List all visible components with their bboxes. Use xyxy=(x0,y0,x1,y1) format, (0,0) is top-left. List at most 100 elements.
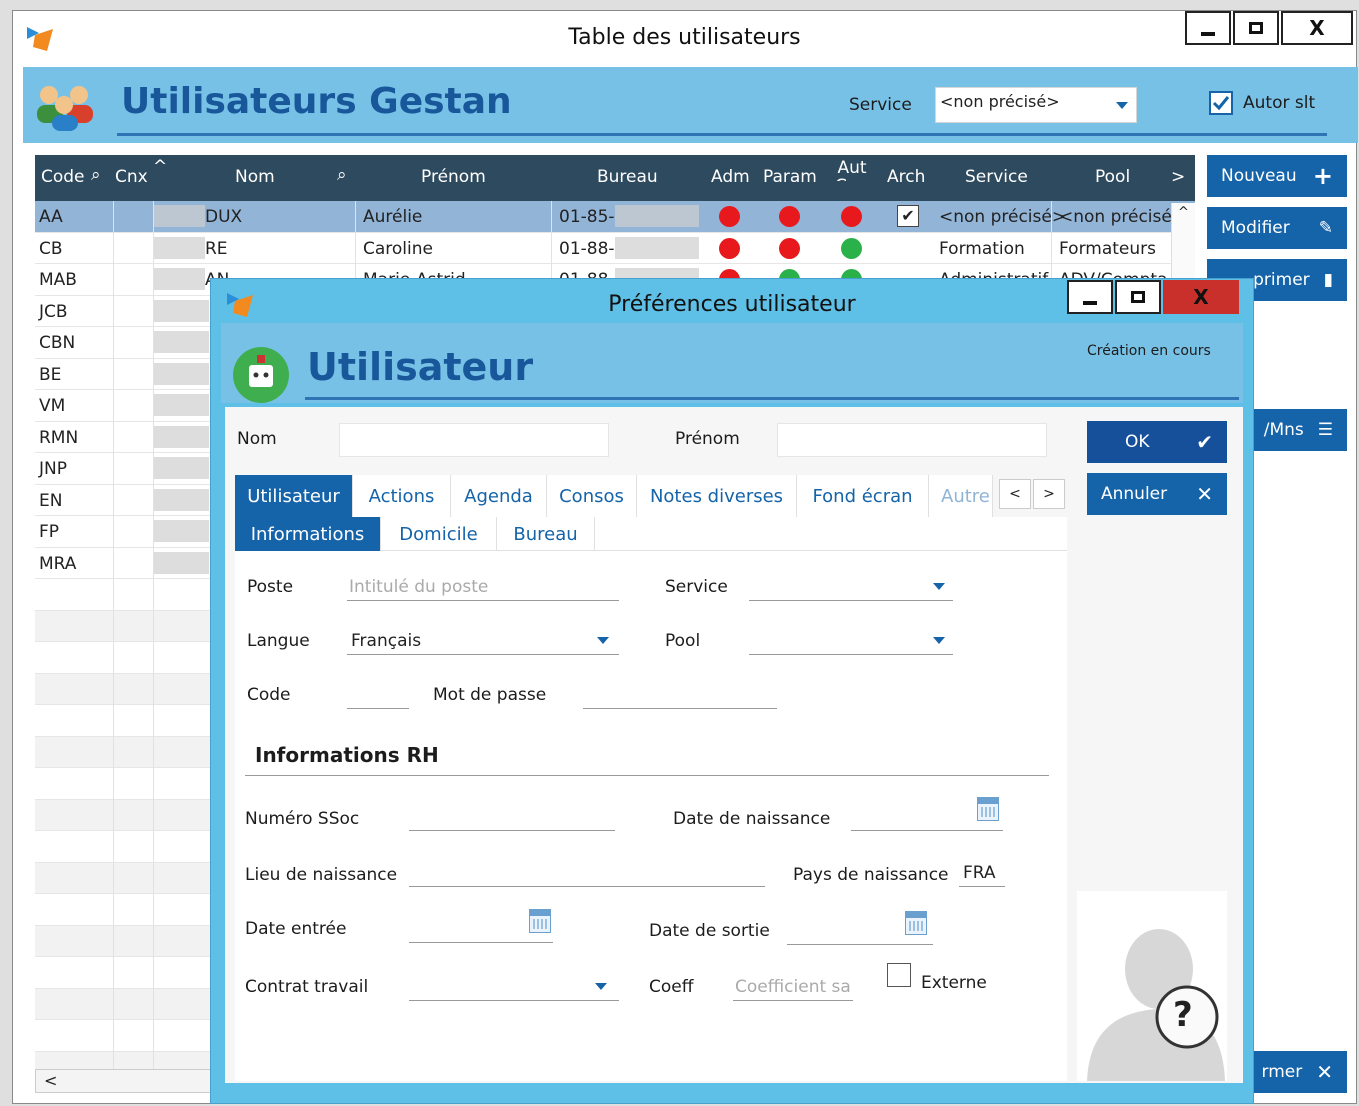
chevron-down-icon xyxy=(1116,102,1128,109)
status-dot-adm xyxy=(719,237,740,259)
cell-service: Formation xyxy=(939,238,1025,259)
service-select[interactable]: <non précisé> xyxy=(935,87,1137,123)
table-header: Code ⌕ Cnx ^ Nom ⌕ Prénom Bureau Adm Par… xyxy=(35,155,1195,201)
heading-underline xyxy=(305,397,1239,400)
cell-prenom: Caroline xyxy=(363,238,433,259)
col-param[interactable]: Param xyxy=(763,167,817,187)
table-row[interactable]: CB RE Caroline 01-88- Formation Formateurs xyxy=(35,233,1195,264)
calendar-icon[interactable] xyxy=(977,797,999,821)
tabs-next-button[interactable]: > xyxy=(1033,479,1065,509)
chevron-right-icon: > xyxy=(1043,486,1055,502)
dialog-heading: Utilisateur xyxy=(307,345,534,389)
tab-actions[interactable]: Actions xyxy=(353,475,451,517)
poste-input[interactable]: Intitulé du poste xyxy=(347,571,619,601)
langue-select[interactable]: Français xyxy=(347,625,619,655)
cell-prenom: Aurélie xyxy=(363,207,423,227)
cell-code: MAB xyxy=(39,270,77,290)
tabs-prev-button[interactable]: < xyxy=(999,479,1031,509)
minimize-button[interactable] xyxy=(1185,11,1231,45)
coeff-input[interactable]: Coefficient sa xyxy=(733,971,853,1001)
calendar-icon[interactable] xyxy=(529,909,551,933)
robot-avatar-icon xyxy=(233,347,289,403)
externe-checkbox[interactable] xyxy=(887,963,911,987)
ok-button[interactable]: OK ✔ xyxy=(1087,421,1227,463)
trash-icon: ▮ xyxy=(1323,270,1333,290)
chevron-right-icon[interactable]: > xyxy=(1171,167,1185,187)
cell-bureau: 01-88- xyxy=(559,238,615,259)
dialog-maximize-button[interactable] xyxy=(1115,280,1161,314)
table-row[interactable]: AA DUX Aurélie 01-85- ✔ <non précisé> <non pré… xyxy=(35,201,1195,233)
code-input[interactable] xyxy=(347,679,409,709)
redacted-name xyxy=(153,205,205,227)
pays-label: Pays de naissance xyxy=(793,865,949,885)
search-icon[interactable]: ⌕ xyxy=(337,165,347,185)
nouveau-button[interactable]: Nouveau + xyxy=(1207,155,1347,197)
redacted-name xyxy=(153,488,209,511)
col-cnx[interactable]: Cnx xyxy=(115,167,148,187)
subtab-bureau[interactable]: Bureau xyxy=(497,517,595,551)
arch-checkbox[interactable]: ✔ xyxy=(897,205,919,227)
col-service[interactable]: Service xyxy=(965,167,1028,187)
supprimer-label: primer xyxy=(1253,270,1310,290)
plus-icon: + xyxy=(1312,162,1333,190)
tab-consos[interactable]: Consos xyxy=(547,475,637,517)
contrat-select[interactable] xyxy=(409,971,619,1001)
window-title: Table des utilisateurs xyxy=(568,25,801,50)
column-divider xyxy=(113,201,114,1091)
column-divider xyxy=(153,201,154,1091)
pool-select[interactable] xyxy=(749,625,953,655)
dialog-close-button[interactable]: X xyxy=(1163,280,1239,314)
autor-checkbox[interactable] xyxy=(1209,91,1233,115)
redacted-name xyxy=(153,236,205,259)
help-icon[interactable]: ? xyxy=(1173,995,1193,1035)
tab-autre[interactable]: Autre xyxy=(929,475,993,517)
chevron-up-icon[interactable]: ^ xyxy=(1178,205,1189,220)
search-icon[interactable]: ⌕ xyxy=(91,165,101,185)
list-icon: ☰ xyxy=(1317,420,1333,440)
status-dot-param xyxy=(779,237,800,259)
chevron-left-icon[interactable]: < xyxy=(44,1071,57,1090)
service-select-value: <non précisé> xyxy=(940,92,1060,111)
lieu-input[interactable] xyxy=(409,857,765,887)
tab-fond-ecran[interactable]: Fond écran xyxy=(797,475,929,517)
col-code[interactable]: Code xyxy=(41,167,85,187)
maximize-icon xyxy=(1131,291,1145,303)
rh-section-title: Informations RH xyxy=(255,743,439,767)
mdp-input[interactable] xyxy=(583,679,777,709)
subtab-domicile[interactable]: Domicile xyxy=(381,517,497,551)
tab-notes-diverses[interactable]: Notes diverses xyxy=(637,475,797,517)
prenom-input[interactable] xyxy=(777,423,1047,457)
calendar-icon[interactable] xyxy=(905,911,927,935)
service-select[interactable] xyxy=(749,571,953,601)
cell-nom: DUX xyxy=(205,207,243,227)
entree-label: Date entrée xyxy=(245,919,347,939)
redacted-phone xyxy=(615,236,699,259)
subtab-informations[interactable]: Informations xyxy=(235,517,381,551)
col-prenom[interactable]: Prénom xyxy=(421,167,486,187)
close-button[interactable]: X xyxy=(1281,11,1353,45)
photo-placeholder[interactable]: ? xyxy=(1077,891,1227,1081)
dialog-minimize-button[interactable] xyxy=(1067,280,1113,314)
pays-input[interactable]: FRA xyxy=(959,857,1005,887)
ssoc-input[interactable] xyxy=(409,801,615,831)
cell-code: EN xyxy=(39,490,63,511)
col-bureau[interactable]: Bureau xyxy=(597,167,658,187)
tab-utilisateur[interactable]: Utilisateur xyxy=(235,475,353,517)
col-nom[interactable]: Nom xyxy=(235,167,275,187)
redacted-name xyxy=(153,331,209,353)
nom-input[interactable] xyxy=(339,423,609,457)
col-aut-conn[interactable]: Aut Conn xyxy=(835,159,869,181)
person-silhouette-icon xyxy=(1087,929,1225,1081)
cell-code: VM xyxy=(39,396,66,416)
maximize-button[interactable] xyxy=(1233,11,1279,45)
status-dot-aut xyxy=(841,237,862,259)
col-adm[interactable]: Adm xyxy=(711,167,750,187)
annuler-button[interactable]: Annuler ✕ xyxy=(1087,473,1227,515)
chevron-left-icon: < xyxy=(1009,486,1021,502)
close-icon: X xyxy=(1193,285,1209,309)
col-pool[interactable]: Pool xyxy=(1095,167,1130,187)
tab-agenda[interactable]: Agenda xyxy=(451,475,547,517)
modifier-button[interactable]: Modifier ✎ xyxy=(1207,207,1347,249)
horizontal-scrollbar[interactable]: < xyxy=(35,1069,215,1093)
col-arch[interactable]: Arch xyxy=(887,167,925,187)
